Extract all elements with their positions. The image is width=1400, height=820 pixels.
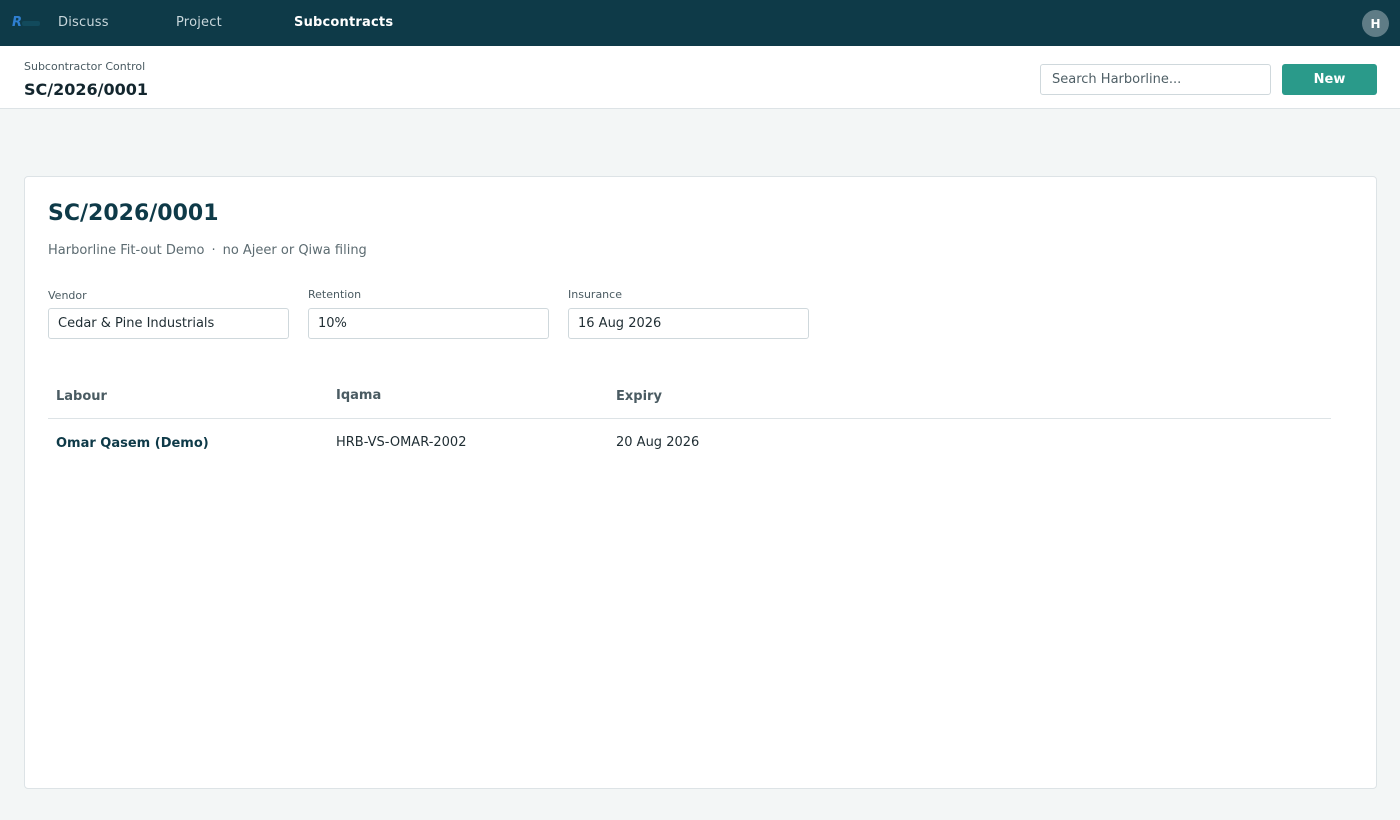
insurance-label: Insurance — [568, 288, 622, 301]
iqama-value: HRB-VS-OMAR-2002 — [336, 435, 467, 450]
record-subtitle: Harborline Fit-out Demo · no Ajeer or Qiwa… — [48, 243, 367, 258]
top-navbar: R Discuss Project Subcontracts H — [0, 0, 1400, 46]
page-title: SC/2026/0001 — [24, 80, 149, 99]
record-title: SC/2026/0001 — [48, 201, 219, 226]
column-header-expiry[interactable]: Expiry — [616, 389, 662, 404]
filing-note: no Ajeer or Qiwa filing — [222, 243, 367, 258]
app-logo-icon[interactable]: R — [11, 13, 43, 33]
svg-text:R: R — [12, 15, 22, 30]
breadcrumb[interactable]: Subcontractor Control — [24, 60, 145, 73]
nav-subcontracts[interactable]: Subcontracts — [294, 15, 393, 30]
page-header: Subcontractor Control SC/2026/0001 New — [0, 46, 1400, 109]
user-avatar[interactable]: H — [1362, 10, 1389, 37]
column-header-iqama[interactable]: Iqama — [336, 388, 381, 403]
table-header-divider — [48, 418, 1331, 419]
retention-field[interactable]: 10% — [308, 308, 549, 339]
nav-project[interactable]: Project — [176, 15, 222, 30]
vendor-field[interactable]: Cedar & Pine Industrials — [48, 308, 289, 339]
expiry-value: 20 Aug 2026 — [616, 435, 700, 450]
nav-discuss[interactable]: Discuss — [58, 15, 109, 30]
column-header-labour[interactable]: Labour — [56, 389, 107, 404]
new-button[interactable]: New — [1282, 64, 1377, 95]
search-input[interactable] — [1040, 64, 1271, 95]
insurance-field[interactable]: 16 Aug 2026 — [568, 308, 809, 339]
subtitle-separator: · — [211, 243, 216, 258]
labour-name-link[interactable]: Omar Qasem (Demo) — [56, 436, 209, 451]
vendor-label: Vendor — [48, 289, 87, 302]
project-name: Harborline Fit-out Demo — [48, 243, 205, 258]
retention-label: Retention — [308, 288, 362, 301]
record-card: SC/2026/0001 Harborline Fit-out Demo · no … — [24, 176, 1377, 789]
